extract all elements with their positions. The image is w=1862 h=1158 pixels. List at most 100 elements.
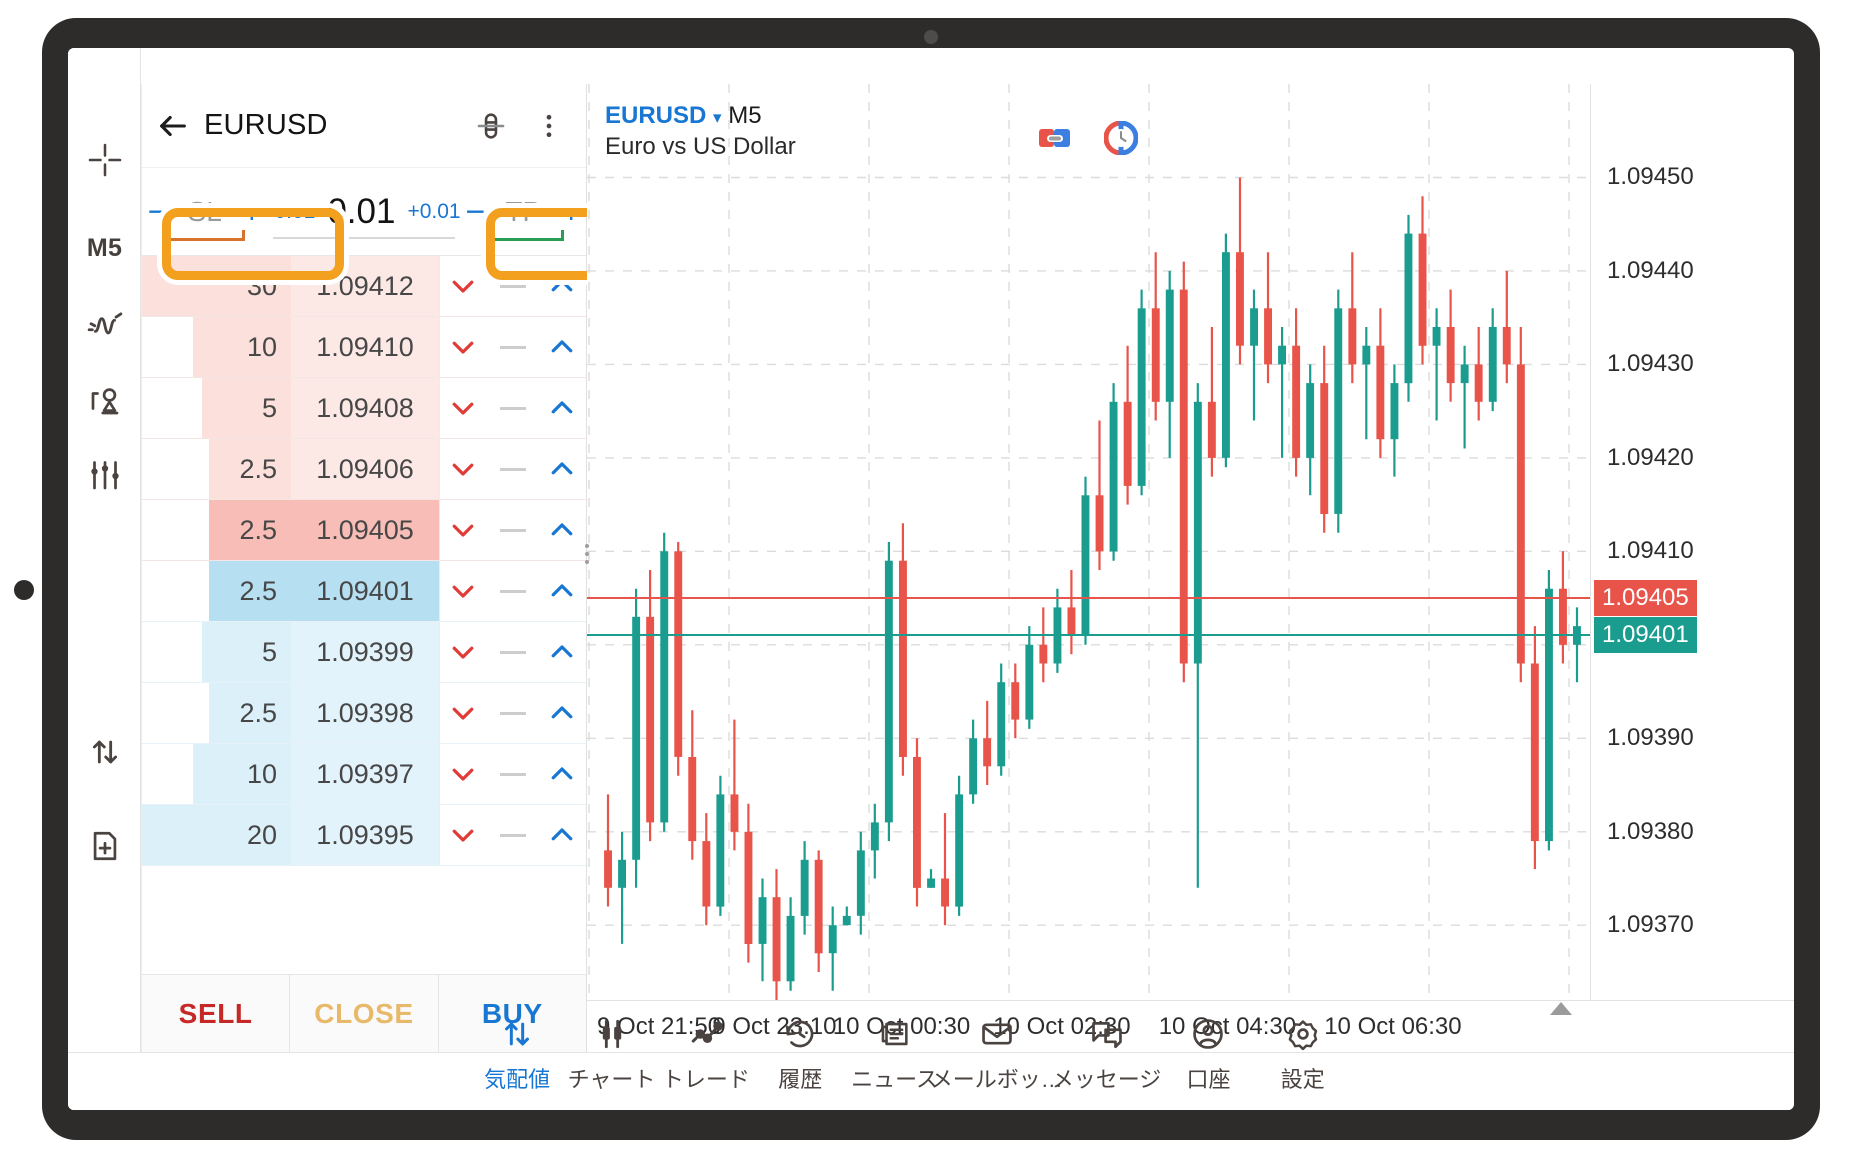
dom-row[interactable]: 301.09412 [142,256,586,317]
tp-decrement-button[interactable]: − [462,195,490,229]
candlestick-chart [587,84,1590,1000]
panel-resize-handle[interactable] [577,539,597,569]
order-panel-header: EURUSD [142,84,586,168]
dom-volume: 2.5 [142,698,291,729]
sell-arrow-icon[interactable] [439,393,487,423]
nav-item-settings[interactable]: 設定 [1256,1014,1350,1094]
sell-arrow-icon[interactable] [439,332,487,362]
sell-arrow-icon[interactable] [439,820,487,850]
tp-control[interactable]: − TP + [461,169,586,255]
scroll-caret-icon[interactable] [1550,1002,1572,1015]
trade-session-clock-icon[interactable] [1104,121,1138,155]
sort-icon[interactable] [68,724,141,780]
dom-divider [439,378,440,438]
dom-divider [439,439,440,499]
lot-increment-button[interactable]: +0.01 [407,200,460,224]
close-button[interactable]: CLOSE [290,975,438,1052]
lot-size-control[interactable]: -0.01 0.01 +0.01 [267,169,460,255]
dom-row[interactable]: 51.09408 [142,378,586,439]
buy-arrow-icon[interactable] [538,332,586,362]
buy-arrow-icon[interactable] [538,576,586,606]
timeframe-label: M5 [87,234,122,263]
price-axis[interactable]: 1.094501.094401.094301.094201.094101.094… [1590,84,1794,1000]
dom-divider [439,256,440,316]
buy-arrow-icon[interactable] [538,698,586,728]
screen: M5 [68,48,1794,1110]
lot-decrement-button[interactable]: -0.01 [267,200,315,224]
sell-arrow-icon[interactable] [439,271,487,301]
order-controls-strip: − SL + -0.01 0.01 +0.01 − TP + [142,169,586,255]
sl-underline [164,238,245,241]
crosshair-icon[interactable] [68,132,141,188]
dom-row[interactable]: 2.51.09405 [142,500,586,561]
nav-item-label: メールボッ… [931,1062,1063,1094]
dom-row[interactable]: 51.09399 [142,622,586,683]
nav-item-mailbox[interactable]: メールボッ… [942,1014,1052,1094]
lot-size-value: 0.01 [327,192,395,232]
bid-price-marker: 1.09401 [1594,617,1697,653]
chart-symbol[interactable]: EURUSD [605,102,706,129]
nav-item-charts[interactable]: チャート [564,1014,658,1094]
buy-arrow-icon[interactable] [538,454,586,484]
dom-placeholder-dash [487,712,538,715]
buy-arrow-icon[interactable] [538,759,586,789]
lot-underline [273,237,454,239]
spread-toggle-icon[interactable] [1038,121,1072,155]
page-title: EURUSD [204,109,328,142]
depth-of-market-icon[interactable] [462,84,520,168]
nav-item-news[interactable]: ニュース [847,1014,941,1094]
dom-price: 1.09406 [291,454,439,485]
sell-arrow-icon[interactable] [439,576,487,606]
nav-item-label: 履歴 [778,1062,822,1094]
timeframe-button[interactable]: M5 [68,220,141,276]
dom-divider [439,622,440,682]
header-tools [462,84,578,168]
sl-increment-button[interactable]: + [238,195,266,229]
sl-decrement-button[interactable]: − [144,195,172,229]
tp-increment-button[interactable]: + [557,195,585,229]
dom-placeholder-dash [487,590,538,593]
chart-legend: EURUSD ▾ M5 Euro vs US Dollar [605,100,796,162]
chevron-down-icon[interactable]: ▾ [713,108,722,127]
back-arrow-icon[interactable] [142,84,204,168]
buy-arrow-icon[interactable] [538,393,586,423]
nav-item-label: トレード [662,1062,750,1094]
messages-icon [1090,1014,1124,1054]
buy-arrow-icon[interactable] [538,820,586,850]
buy-arrow-icon[interactable] [538,637,586,667]
more-vertical-icon[interactable] [520,84,578,168]
nav-item-history[interactable]: 履歴 [753,1014,847,1094]
sell-arrow-icon[interactable] [439,454,487,484]
dom-row[interactable]: 2.51.09398 [142,683,586,744]
sell-button[interactable]: SELL [142,975,290,1052]
sell-arrow-icon[interactable] [439,515,487,545]
dom-placeholder-dash [487,834,538,837]
dom-volume: 5 [142,393,291,424]
sell-arrow-icon[interactable] [439,698,487,728]
dom-row[interactable]: 201.09395 [142,805,586,866]
dom-price: 1.09399 [291,637,439,668]
sell-arrow-icon[interactable] [439,637,487,667]
nav-item-account[interactable]: 口座 [1161,1014,1255,1094]
dom-row[interactable]: 2.51.09401 [142,561,586,622]
indicators-icon[interactable] [68,297,141,353]
dom-row[interactable]: 101.09397 [142,744,586,805]
nav-item-messages[interactable]: メッセージ [1052,1014,1162,1094]
chart-settings-icon[interactable] [68,448,141,504]
buy-arrow-icon[interactable] [538,271,586,301]
dom-row[interactable]: 101.09410 [142,317,586,378]
dom-placeholder-dash [487,773,538,776]
objects-icon[interactable] [68,373,141,429]
nav-item-trade[interactable]: トレード [659,1014,753,1094]
nav-item-label: ニュース [851,1062,938,1094]
dom-row[interactable]: 2.51.09406 [142,439,586,500]
order-panel: EURUSD [141,84,587,1052]
sl-control[interactable]: − SL + [142,169,267,255]
nav-item-quotes[interactable]: 気配値 [470,1014,564,1094]
dom-price: 1.09398 [291,698,439,729]
sell-arrow-icon[interactable] [439,759,487,789]
price-tick-label: 1.09410 [1607,537,1694,565]
chart-plot-area[interactable] [587,84,1590,1000]
price-tick-label: 1.09390 [1607,724,1694,752]
new-chart-icon[interactable] [68,818,141,874]
